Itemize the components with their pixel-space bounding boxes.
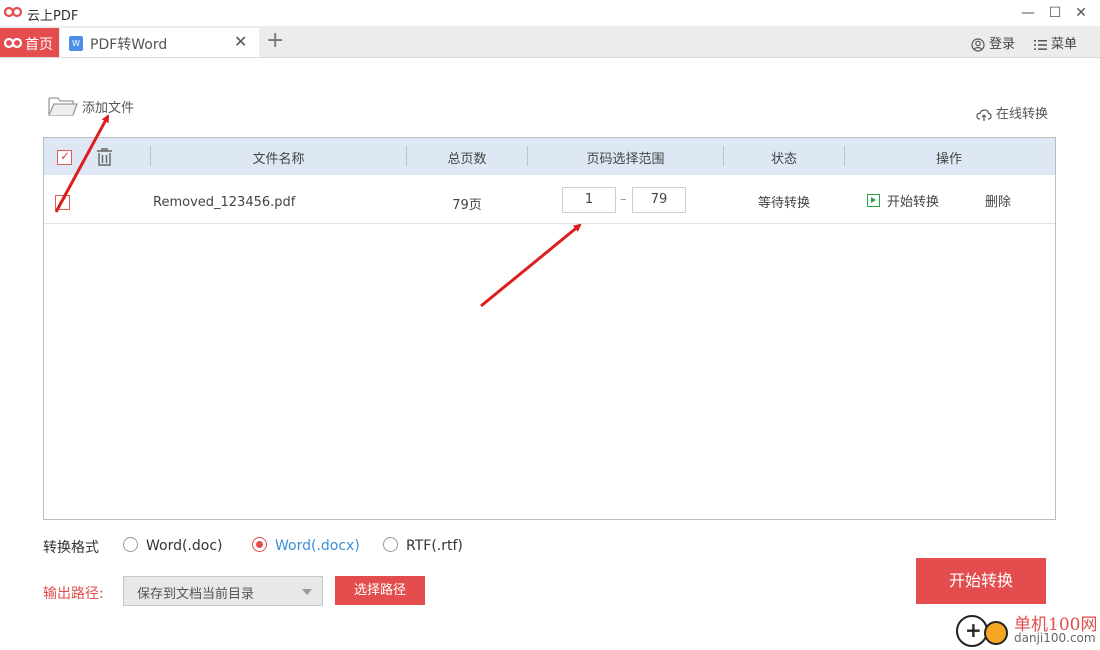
add-file-label: 添加文件 [82, 101, 135, 116]
folder-icon [48, 97, 78, 116]
word-file-icon: W [69, 36, 83, 51]
start-convert-button[interactable]: 开始转换 [916, 558, 1046, 604]
radio-word-doc[interactable]: Word(.doc) [123, 537, 223, 555]
app-title: 云上PDF [27, 9, 79, 24]
col-header-status: 状态 [770, 152, 797, 167]
tab-pdf-to-word[interactable]: W PDF转Word ✕ [60, 28, 259, 57]
menu-button[interactable]: 菜单 [1034, 33, 1077, 52]
trash-icon[interactable] [96, 148, 113, 166]
watermark-logo: 单机100网 danji100.com [954, 608, 1100, 650]
close-window-button[interactable]: ✕ [1071, 4, 1091, 22]
watermark-circle-icon [984, 621, 1008, 645]
login-label: 登录 [989, 37, 1016, 52]
col-header-actions: 操作 [935, 152, 962, 167]
minimize-button[interactable]: — [1018, 4, 1038, 22]
choose-path-button[interactable]: 选择路径 [335, 576, 425, 605]
radio-circle-icon [123, 537, 138, 552]
tab-home[interactable]: 首页 [0, 28, 59, 57]
table-header: ✓ 文件名称 总页数 页码选择范围 状态 操作 [44, 138, 1055, 175]
col-header-pages: 总页数 [447, 152, 487, 167]
col-header-range: 页码选择范围 [586, 152, 665, 167]
output-path-label: 输出路径: [43, 586, 104, 602]
range-start-input[interactable]: 1 [562, 187, 616, 213]
range-end-input[interactable]: 79 [632, 187, 686, 213]
col-header-filename: 文件名称 [252, 152, 305, 167]
online-convert-link[interactable]: 在线转换 [976, 103, 1048, 122]
title-bar: 云上PDF — ☐ ✕ [0, 0, 1100, 26]
play-icon [867, 194, 880, 207]
radio-rtf-label: RTF(.rtf) [406, 538, 463, 554]
row-checkbox[interactable]: ✓ [55, 194, 70, 210]
dropdown-arrow-icon [302, 589, 312, 595]
login-button[interactable]: 登录 [971, 33, 1015, 52]
tab-home-label: 首页 [25, 37, 53, 53]
row-start-convert-label: 开始转换 [887, 195, 940, 210]
tab-pdf-to-word-label: PDF转Word [90, 37, 168, 53]
menu-label: 菜单 [1051, 37, 1078, 52]
home-logo-icon [4, 37, 22, 49]
output-path-value: 保存到文档当前目录 [137, 587, 255, 602]
watermark-url: danji100.com [1014, 631, 1096, 645]
radio-word-docx-label: Word(.docx) [275, 538, 360, 554]
format-label: 转换格式 [43, 540, 99, 556]
check-mark-icon: ✓ [58, 194, 69, 208]
radio-selected-icon [252, 537, 267, 552]
online-convert-label: 在线转换 [996, 107, 1049, 122]
maximize-button[interactable]: ☐ [1045, 4, 1065, 22]
file-list-panel: ✓ 文件名称 总页数 页码选择范围 状态 操作 ✓ Removed_123456… [43, 137, 1056, 520]
menu-icon [1034, 39, 1047, 50]
total-pages: 79页 [452, 198, 482, 213]
radio-rtf[interactable]: RTF(.rtf) [383, 537, 463, 555]
radio-word-docx[interactable]: Word(.docx) [252, 537, 360, 555]
user-icon [971, 37, 985, 52]
file-name: Removed_123456.pdf [153, 195, 296, 210]
row-delete-button[interactable]: 删除 [985, 191, 1011, 210]
status-text: 等待转换 [757, 196, 810, 211]
cloud-icon [976, 108, 992, 121]
table-row: ✓ Removed_123456.pdf 79页 1 – 79 等待转换 开始转… [44, 175, 1055, 224]
app-logo-icon [4, 6, 22, 18]
row-start-convert-button[interactable]: 开始转换 [867, 191, 939, 210]
tab-bar: 首页 W PDF转Word ✕ + 登录 菜单 [0, 26, 1100, 58]
add-tab-icon[interactable]: + [266, 28, 284, 54]
select-all-checkbox[interactable]: ✓ [57, 149, 72, 165]
tab-close-icon[interactable]: ✕ [234, 32, 247, 51]
check-mark-icon: ✓ [60, 149, 71, 163]
radio-word-doc-label: Word(.doc) [146, 538, 223, 554]
output-path-select[interactable]: 保存到文档当前目录 [123, 576, 323, 606]
radio-circle-icon [383, 537, 398, 552]
range-separator: – [620, 192, 627, 207]
